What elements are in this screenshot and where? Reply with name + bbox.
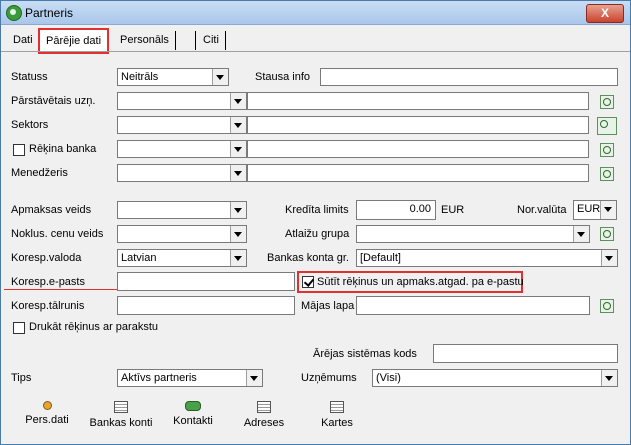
kredita-limits-input[interactable]: 0.00 — [356, 200, 436, 220]
rekina-banka-select[interactable] — [117, 140, 247, 158]
close-button[interactable]: X — [586, 4, 624, 23]
parstavetais-select[interactable] — [117, 92, 247, 110]
menedzeris-select[interactable] — [117, 164, 247, 182]
list-icon — [330, 401, 344, 413]
tips-label: Tips — [11, 372, 32, 384]
bankas-konta-select[interactable]: [Default] — [356, 249, 618, 267]
lookup-icon[interactable] — [600, 167, 614, 181]
window-title: Partneris — [25, 6, 74, 20]
parstavetais-label: Pārstāvētais uzņ. — [11, 95, 96, 107]
kredita-limits-label: Kredīta limits — [285, 204, 349, 216]
kontakti-button[interactable]: Kontakti — [169, 401, 217, 435]
koresp-valoda-select[interactable]: Latvian — [117, 249, 247, 267]
stausa-info-input[interactable] — [320, 68, 618, 86]
nor-valuta-label: Nor.valūta — [517, 204, 567, 216]
arejas-label: Ārējas sistēmas kods — [313, 348, 417, 360]
noklus-cenu-select[interactable] — [117, 225, 247, 243]
chevron-down-icon[interactable] — [230, 93, 246, 109]
title-bar: Partneris X — [1, 1, 630, 25]
menedzeris-label: Menedžeris — [11, 167, 68, 179]
tab-citi[interactable]: Citi — [197, 31, 226, 50]
person-icon — [42, 401, 52, 410]
kontakti-label: Kontakti — [173, 415, 213, 427]
statuss-label: Statuss — [11, 71, 48, 83]
app-logo-icon — [6, 5, 22, 21]
tips-select[interactable]: Aktīvs partneris — [117, 369, 263, 387]
bankas-konti-button[interactable]: Bankas konti — [87, 401, 155, 435]
rekina-banka-label: Rēķina banka — [29, 143, 97, 155]
apmaksas-veids-label: Apmaksas veids — [11, 204, 92, 216]
currency-label: EUR — [441, 204, 465, 216]
menedzeris-name-field[interactable] — [247, 164, 589, 182]
apmaksas-veids-select[interactable] — [117, 201, 247, 219]
koresp-talrunis-input[interactable] — [117, 296, 295, 315]
chevron-down-icon[interactable] — [230, 250, 246, 266]
chevron-down-icon[interactable] — [600, 201, 616, 219]
drukat-checkbox[interactable] — [13, 322, 25, 334]
bankas-konti-label: Bankas konti — [89, 417, 153, 429]
arejas-input[interactable] — [433, 344, 618, 363]
sutit-label: Sūtīt rēķinus un apmaks.atgad. pa e-past… — [317, 276, 524, 288]
uznemums-value: (Visi) — [376, 372, 401, 384]
chevron-down-icon[interactable] — [246, 370, 262, 386]
chevron-down-icon[interactable] — [230, 202, 246, 218]
lookup-icon[interactable] — [600, 143, 614, 157]
list-icon — [257, 401, 271, 413]
adreses-button[interactable]: Adreses — [241, 401, 287, 435]
lookup-icon[interactable] — [597, 117, 617, 135]
chevron-down-icon[interactable] — [601, 250, 617, 266]
bankas-konta-label: Bankas konta gr. — [267, 252, 349, 264]
partneris-window: Partneris X Dati Pārējie dati Personāls … — [0, 0, 631, 445]
koresp-epasts-input[interactable] — [117, 272, 295, 291]
majas-lapa-label: Mājas lapa — [301, 300, 355, 312]
lookup-icon[interactable] — [600, 227, 614, 241]
koresp-valoda-value: Latvian — [121, 252, 157, 264]
tab-unnamed[interactable] — [179, 31, 196, 50]
koresp-valoda-label: Koresp.valoda — [11, 252, 82, 264]
koresp-epasts-label: Koresp.e-pasts — [11, 276, 85, 288]
tips-value: Aktīvs partneris — [121, 372, 197, 384]
tab-dati[interactable]: Dati — [7, 31, 40, 50]
pers-dati-label: Pers.dati — [25, 414, 69, 426]
lookup-icon[interactable] — [600, 299, 614, 313]
pers-dati-button[interactable]: Pers.dati — [25, 401, 69, 435]
stausa-info-label: Stausa info — [255, 71, 311, 83]
statuss-select[interactable]: Neitrāls — [117, 68, 229, 86]
majas-lapa-input[interactable] — [356, 296, 590, 315]
chevron-down-icon[interactable] — [601, 370, 617, 386]
nor-valuta-select[interactable]: EUR — [573, 200, 617, 220]
sektors-name-field[interactable] — [247, 116, 589, 134]
sektors-select[interactable] — [117, 116, 247, 134]
tab-divider — [1, 51, 630, 52]
sektors-label: Sektors — [11, 119, 49, 131]
chevron-down-icon[interactable] — [230, 226, 246, 242]
kartes-button[interactable]: Kartes — [317, 401, 357, 435]
handshake-icon — [185, 401, 201, 411]
bankas-konta-value: [Default] — [360, 252, 401, 264]
sutit-checkbox[interactable] — [302, 276, 314, 288]
atlaizu-grupa-select[interactable] — [356, 225, 590, 243]
chevron-down-icon[interactable] — [212, 69, 228, 85]
kartes-label: Kartes — [321, 417, 353, 429]
uznemums-select[interactable]: (Visi) — [372, 369, 618, 387]
atlaizu-grupa-label: Atlaižu grupa — [285, 228, 350, 240]
chevron-down-icon[interactable] — [230, 141, 246, 157]
rekina-banka-name-field[interactable] — [247, 140, 589, 158]
adreses-label: Adreses — [243, 417, 285, 429]
chevron-down-icon[interactable] — [230, 117, 246, 133]
koresp-talrunis-label: Koresp.tālrunis — [11, 300, 85, 312]
tab-personals[interactable]: Personāls — [114, 31, 176, 50]
lookup-icon[interactable] — [600, 95, 614, 109]
rekina-banka-checkbox[interactable] — [13, 144, 25, 156]
uznemums-label: Uzņēmums — [301, 372, 357, 384]
drukat-label: Drukāt rēķinus ar parakstu — [29, 321, 158, 333]
list-icon — [114, 401, 128, 413]
nor-valuta-value: EUR — [577, 203, 601, 215]
parstavetais-name-field[interactable] — [247, 92, 589, 110]
statuss-value: Neitrāls — [121, 71, 159, 83]
chevron-down-icon[interactable] — [230, 165, 246, 181]
tab-strip: Dati Pārējie dati Personāls Citi — [1, 28, 630, 54]
noklus-cenu-label: Noklus. cenu veids — [11, 228, 104, 240]
chevron-down-icon[interactable] — [573, 226, 589, 242]
